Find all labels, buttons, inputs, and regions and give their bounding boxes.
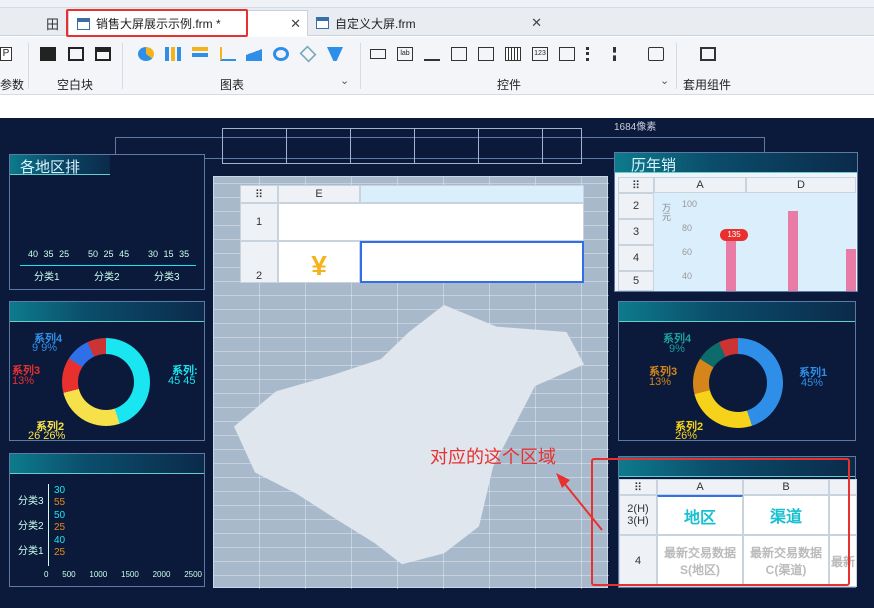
- bar-value: 55: [54, 497, 66, 508]
- series-value: 45 45: [168, 375, 196, 387]
- design-canvas[interactable]: 1684像素 各地区排 40 35 25 50 25 45 30 15 35 分…: [0, 118, 874, 608]
- header-grid: [222, 128, 582, 164]
- series-value: 13%: [649, 376, 672, 388]
- series-value: 9 9%: [32, 342, 58, 354]
- series-value: 13%: [12, 375, 35, 387]
- arrow-icon: [556, 473, 603, 531]
- checkbox-widget-icon[interactable]: [613, 47, 629, 61]
- panel-left-bars[interactable]: 分类3 分类2 分类1 30 55 50 25 40 25 0 500 1000 15…: [9, 453, 205, 587]
- category-label: 分类3: [154, 272, 180, 283]
- funnel-chart-icon[interactable]: [327, 47, 343, 61]
- series-value: 26%: [675, 430, 698, 442]
- close-icon[interactable]: ✕: [531, 15, 542, 31]
- row-header[interactable]: 3: [618, 219, 654, 245]
- column-header[interactable]: E: [278, 185, 360, 203]
- bar-values-2: 50 25 45: [88, 249, 130, 259]
- pie-chart-icon[interactable]: [138, 47, 154, 61]
- center-area[interactable]: ⠿ E 1 2 ¥ 对应的这个区域: [213, 176, 609, 589]
- ruler-label: 1684像素: [614, 122, 657, 133]
- group-label-param: 参数: [0, 78, 25, 92]
- close-icon[interactable]: ✕: [290, 16, 301, 32]
- gauge-chart-icon[interactable]: [273, 47, 289, 61]
- row-label: 分类3: [18, 496, 44, 507]
- x-axis-ticks: 0 500 1000 1500 2000 2500: [44, 570, 202, 579]
- category-label: 分类2: [94, 272, 120, 283]
- grid-icon[interactable]: 田: [38, 10, 64, 36]
- group-label-component: 套用组件: [683, 78, 732, 92]
- button-widget-icon[interactable]: [370, 49, 386, 59]
- currency-icon: ¥: [278, 241, 360, 283]
- panel-right-donut[interactable]: 系列4 9% 系列3 13% 系列2 26% 系列1 45%: [618, 301, 856, 442]
- chevron-down-icon[interactable]: ⌄: [340, 74, 349, 87]
- component-icon[interactable]: [700, 47, 716, 61]
- line-chart-icon[interactable]: [220, 47, 236, 61]
- form-file-icon: [316, 17, 329, 29]
- series-value: 9%: [669, 343, 685, 355]
- bar-value: 40: [54, 535, 66, 546]
- bar-values-1: 40 35 25: [28, 249, 70, 259]
- hbar-chart-icon[interactable]: [192, 47, 208, 61]
- dropdown-widget-icon[interactable]: [451, 47, 467, 61]
- value-badge: 135: [720, 229, 748, 241]
- list-widget-icon[interactable]: [478, 47, 494, 61]
- radio-widget-icon[interactable]: [586, 47, 602, 61]
- number-widget-icon[interactable]: 123: [532, 47, 548, 61]
- group-label-blank: 空白块: [57, 78, 94, 92]
- param-icon[interactable]: P: [0, 47, 12, 61]
- row-header[interactable]: 2: [240, 241, 278, 283]
- chevron-down-icon[interactable]: ⌄: [660, 74, 669, 87]
- radar-chart-icon[interactable]: [299, 45, 317, 63]
- area-chart-icon[interactable]: [246, 47, 262, 61]
- row-header[interactable]: 2: [618, 193, 654, 219]
- panel-title: 各地区排: [20, 159, 81, 176]
- annotation-text: 对应的这个区域: [430, 447, 556, 467]
- label-widget-icon[interactable]: lab: [397, 47, 413, 61]
- category-label: 分类1: [34, 272, 60, 283]
- split-block-icon[interactable]: [68, 47, 84, 61]
- top-toolbar-strip: [0, 0, 874, 8]
- bar-value: 50: [54, 510, 66, 521]
- column-header[interactable]: D: [746, 177, 856, 193]
- group-label-widget: 控件: [497, 78, 522, 92]
- panel-left-donut[interactable]: 系列4 9 9% 系列3 13% 系列2 26 26% 系列: 45 45: [9, 301, 205, 442]
- blank-block-icon[interactable]: [40, 47, 56, 61]
- bar-value: 30: [54, 485, 66, 496]
- tab-label: 自定义大屏.frm: [335, 16, 416, 31]
- search-widget-icon[interactable]: [648, 47, 664, 61]
- panel-history-sales[interactable]: 历年销 ⠿ A D 2 3 4 5 万元 100 80 60 40 135: [614, 152, 858, 292]
- bar-value: 25: [54, 547, 66, 558]
- bar-values-3: 30 15 35: [148, 249, 190, 259]
- line-chart: 万元 100 80 60 40 135: [654, 193, 856, 291]
- bar-chart-icon[interactable]: [165, 47, 181, 61]
- highlight-box-region: [591, 458, 850, 586]
- series-value: 45%: [801, 377, 824, 389]
- date-widget-icon[interactable]: [505, 47, 521, 61]
- embedded-sheet[interactable]: ⠿ E 1 2 ¥: [240, 185, 584, 283]
- column-header[interactable]: A: [654, 177, 746, 193]
- row-header[interactable]: 5: [618, 271, 654, 291]
- row-header[interactable]: 4: [618, 245, 654, 271]
- row-header[interactable]: 1: [240, 203, 278, 241]
- textarea-widget-icon[interactable]: [559, 47, 575, 61]
- row-label: 分类2: [18, 521, 44, 532]
- panel-title: 历年销: [631, 157, 677, 174]
- series-value: 26 26%: [28, 430, 66, 442]
- text-widget-icon[interactable]: [424, 47, 440, 61]
- row-label: 分类1: [18, 546, 44, 557]
- group-label-chart: 图表: [220, 78, 245, 92]
- ribbon-toolbar: P 参数 空白块 图表 ⌄ lab 123 控件 ⌄ 套用组件: [0, 37, 874, 95]
- highlight-box-tab: [66, 9, 248, 37]
- tab-custom-screen[interactable]: 自定义大屏.frm ✕: [308, 10, 548, 36]
- panel-region-rank[interactable]: 各地区排 40 35 25 50 25 45 30 15 35 分类1 分类2 …: [9, 154, 205, 290]
- tab-block-icon[interactable]: [95, 47, 111, 61]
- bar-value: 25: [54, 522, 66, 533]
